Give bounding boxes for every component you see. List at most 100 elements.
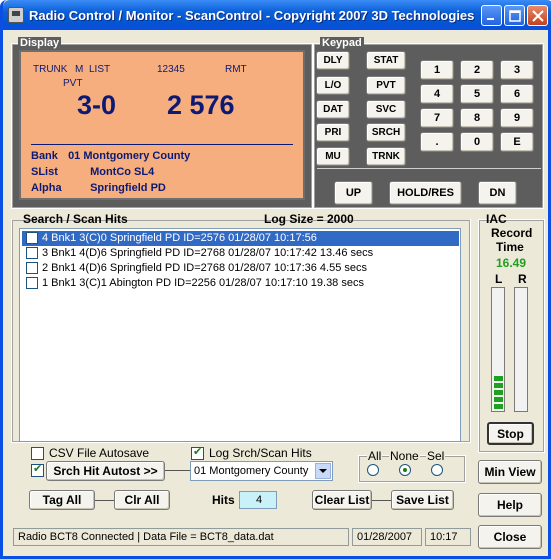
help-button[interactable]: Help bbox=[478, 493, 542, 517]
title-bar[interactable]: Radio Control / Monitor - ScanControl - … bbox=[3, 0, 551, 30]
close-button[interactable]: Close bbox=[478, 525, 542, 549]
key-7-button[interactable]: 7 bbox=[420, 108, 454, 128]
tag-all-button[interactable]: Tag All bbox=[29, 490, 95, 510]
left-channel-label: L bbox=[495, 272, 503, 286]
display-mode: TRUNK bbox=[33, 64, 68, 75]
trnk-button[interactable]: TRNK bbox=[366, 147, 406, 166]
dn-button[interactable]: DN bbox=[478, 181, 517, 205]
display-slist-label: SList bbox=[31, 166, 58, 178]
sel-radio[interactable] bbox=[431, 464, 443, 476]
pri-button[interactable]: PRI bbox=[316, 123, 350, 142]
list-item-text: 3 Bnk1 4(D)6 Springfield PD ID=2768 01/2… bbox=[42, 247, 374, 259]
hits-count-field: 4 bbox=[239, 491, 277, 509]
display-list-value: 12345 bbox=[157, 64, 185, 75]
keypad-group-label: Keypad bbox=[320, 37, 364, 49]
key-1-button[interactable]: 1 bbox=[420, 60, 454, 80]
maximize-icon bbox=[509, 10, 521, 22]
hits-label: Hits bbox=[212, 493, 235, 507]
level-segment bbox=[494, 383, 503, 388]
list-item[interactable]: 4 Bnk1 3(C)0 Springfield PD ID=2576 01/2… bbox=[22, 231, 459, 246]
srch-button[interactable]: SRCH bbox=[366, 123, 406, 142]
dat-button[interactable]: DAT bbox=[316, 100, 350, 119]
list-item-text: 2 Bnk1 4(D)6 Springfield PD ID=2768 01/2… bbox=[42, 262, 368, 274]
list-item-checkbox[interactable] bbox=[26, 262, 38, 274]
close-window-button[interactable] bbox=[527, 5, 548, 26]
list-item-text: 1 Bnk1 3(C)1 Abington PD ID=2256 01/28/0… bbox=[42, 277, 364, 289]
list-item-checkbox[interactable] bbox=[26, 277, 38, 289]
minimize-icon bbox=[487, 18, 494, 20]
key-9-button[interactable]: 9 bbox=[500, 108, 534, 128]
display-alpha-label: Alpha bbox=[31, 182, 62, 194]
display-group-label: Display bbox=[18, 37, 62, 49]
minimize-button[interactable] bbox=[481, 5, 502, 26]
display-list-label: LIST bbox=[89, 64, 111, 75]
hits-list[interactable]: 4 Bnk1 3(C)0 Springfield PD ID=2576 01/2… bbox=[19, 228, 461, 442]
display-bank-value: 01 Montgomery County bbox=[68, 150, 191, 162]
app-window: Radio Control / Monitor - ScanControl - … bbox=[0, 0, 551, 559]
connector-line bbox=[372, 500, 391, 501]
status-time: 10:17 bbox=[425, 528, 471, 546]
up-button[interactable]: UP bbox=[334, 181, 373, 205]
all-label: All bbox=[367, 449, 383, 463]
maximize-button[interactable] bbox=[504, 5, 525, 26]
all-radio[interactable] bbox=[367, 464, 379, 476]
list-item[interactable]: 3 Bnk1 4(D)6 Springfield PD ID=2768 01/2… bbox=[22, 246, 459, 261]
bank-select[interactable]: 01 Montgomery County bbox=[190, 461, 333, 481]
level-segment bbox=[494, 404, 503, 409]
bank-select-dropdown-button[interactable] bbox=[315, 463, 331, 479]
iac-group bbox=[478, 219, 545, 453]
log-hits-checkbox[interactable] bbox=[191, 445, 204, 460]
display-alpha-row: Alpha Springfield PD bbox=[31, 182, 166, 194]
radio-app-icon bbox=[8, 7, 24, 23]
key-4-button[interactable]: 4 bbox=[420, 84, 454, 104]
stop-button[interactable]: Stop bbox=[487, 422, 534, 445]
key-8-button[interactable]: 8 bbox=[460, 108, 494, 128]
display-mode-flag: M bbox=[75, 64, 84, 75]
hits-group-label: Search / Scan Hits bbox=[23, 212, 128, 226]
save-list-button[interactable]: Save List bbox=[391, 490, 454, 510]
key-6-button[interactable]: 6 bbox=[500, 84, 534, 104]
mu-button[interactable]: MU bbox=[316, 147, 350, 166]
key-3-button[interactable]: 3 bbox=[500, 60, 534, 80]
key-0-button[interactable]: 0 bbox=[460, 132, 494, 152]
dly-button[interactable]: DLY bbox=[316, 51, 350, 70]
min-view-button[interactable]: Min View bbox=[478, 460, 542, 484]
key-dot-button[interactable]: . bbox=[420, 132, 454, 152]
right-channel-label: R bbox=[518, 272, 527, 286]
pvt-button[interactable]: PVT bbox=[366, 76, 406, 95]
sel-label: Sel bbox=[426, 449, 446, 463]
key-5-button[interactable]: 5 bbox=[460, 84, 494, 104]
key-e-button[interactable]: E bbox=[500, 132, 534, 152]
key-2-button[interactable]: 2 bbox=[460, 60, 494, 80]
svc-button[interactable]: SVC bbox=[366, 100, 406, 119]
list-item-checkbox[interactable] bbox=[26, 232, 38, 244]
clear-list-button[interactable]: Clear List bbox=[312, 490, 372, 510]
none-radio[interactable] bbox=[399, 464, 411, 476]
level-segment bbox=[494, 376, 503, 381]
record-time-value: 16.49 bbox=[496, 256, 527, 270]
hold-res-button[interactable]: HOLD/RES bbox=[389, 181, 462, 205]
lo-button[interactable]: L/O bbox=[316, 76, 350, 95]
list-item-checkbox[interactable] bbox=[26, 247, 38, 259]
csv-autosave-label: CSV File Autosave bbox=[49, 446, 150, 460]
iac-label: IAC bbox=[486, 212, 507, 226]
list-item[interactable]: 2 Bnk1 4(D)6 Springfield PD ID=2768 01/2… bbox=[22, 261, 459, 276]
srch-hit-autost-button[interactable]: Srch Hit Autost >> bbox=[46, 461, 165, 481]
radio-display: TRUNK M LIST 12345 RMT PVT 3-0 2 576 Ban… bbox=[19, 50, 305, 200]
status-date: 01/28/2007 bbox=[352, 528, 422, 546]
log-hits-label: Log Srch/Scan Hits bbox=[209, 446, 312, 460]
display-slist-row: SList MontCo SL4 bbox=[31, 166, 154, 178]
display-divider bbox=[31, 144, 293, 145]
stat-button[interactable]: STAT bbox=[366, 51, 406, 70]
level-segment bbox=[494, 397, 503, 402]
display-slist-value: MontCo SL4 bbox=[90, 166, 155, 178]
time-label: Time bbox=[496, 240, 524, 254]
connector-line bbox=[165, 470, 190, 471]
clr-all-button[interactable]: Clr All bbox=[114, 490, 170, 510]
display-bank-row: Bank 01 Montgomery County bbox=[31, 150, 190, 162]
srch-autost-checkbox[interactable] bbox=[31, 462, 44, 477]
bank-select-value: 01 Montgomery County bbox=[194, 465, 309, 477]
csv-autosave-checkbox[interactable] bbox=[31, 447, 44, 460]
list-item[interactable]: 1 Bnk1 3(C)1 Abington PD ID=2256 01/28/0… bbox=[22, 276, 459, 291]
display-rmt: RMT bbox=[225, 64, 247, 75]
